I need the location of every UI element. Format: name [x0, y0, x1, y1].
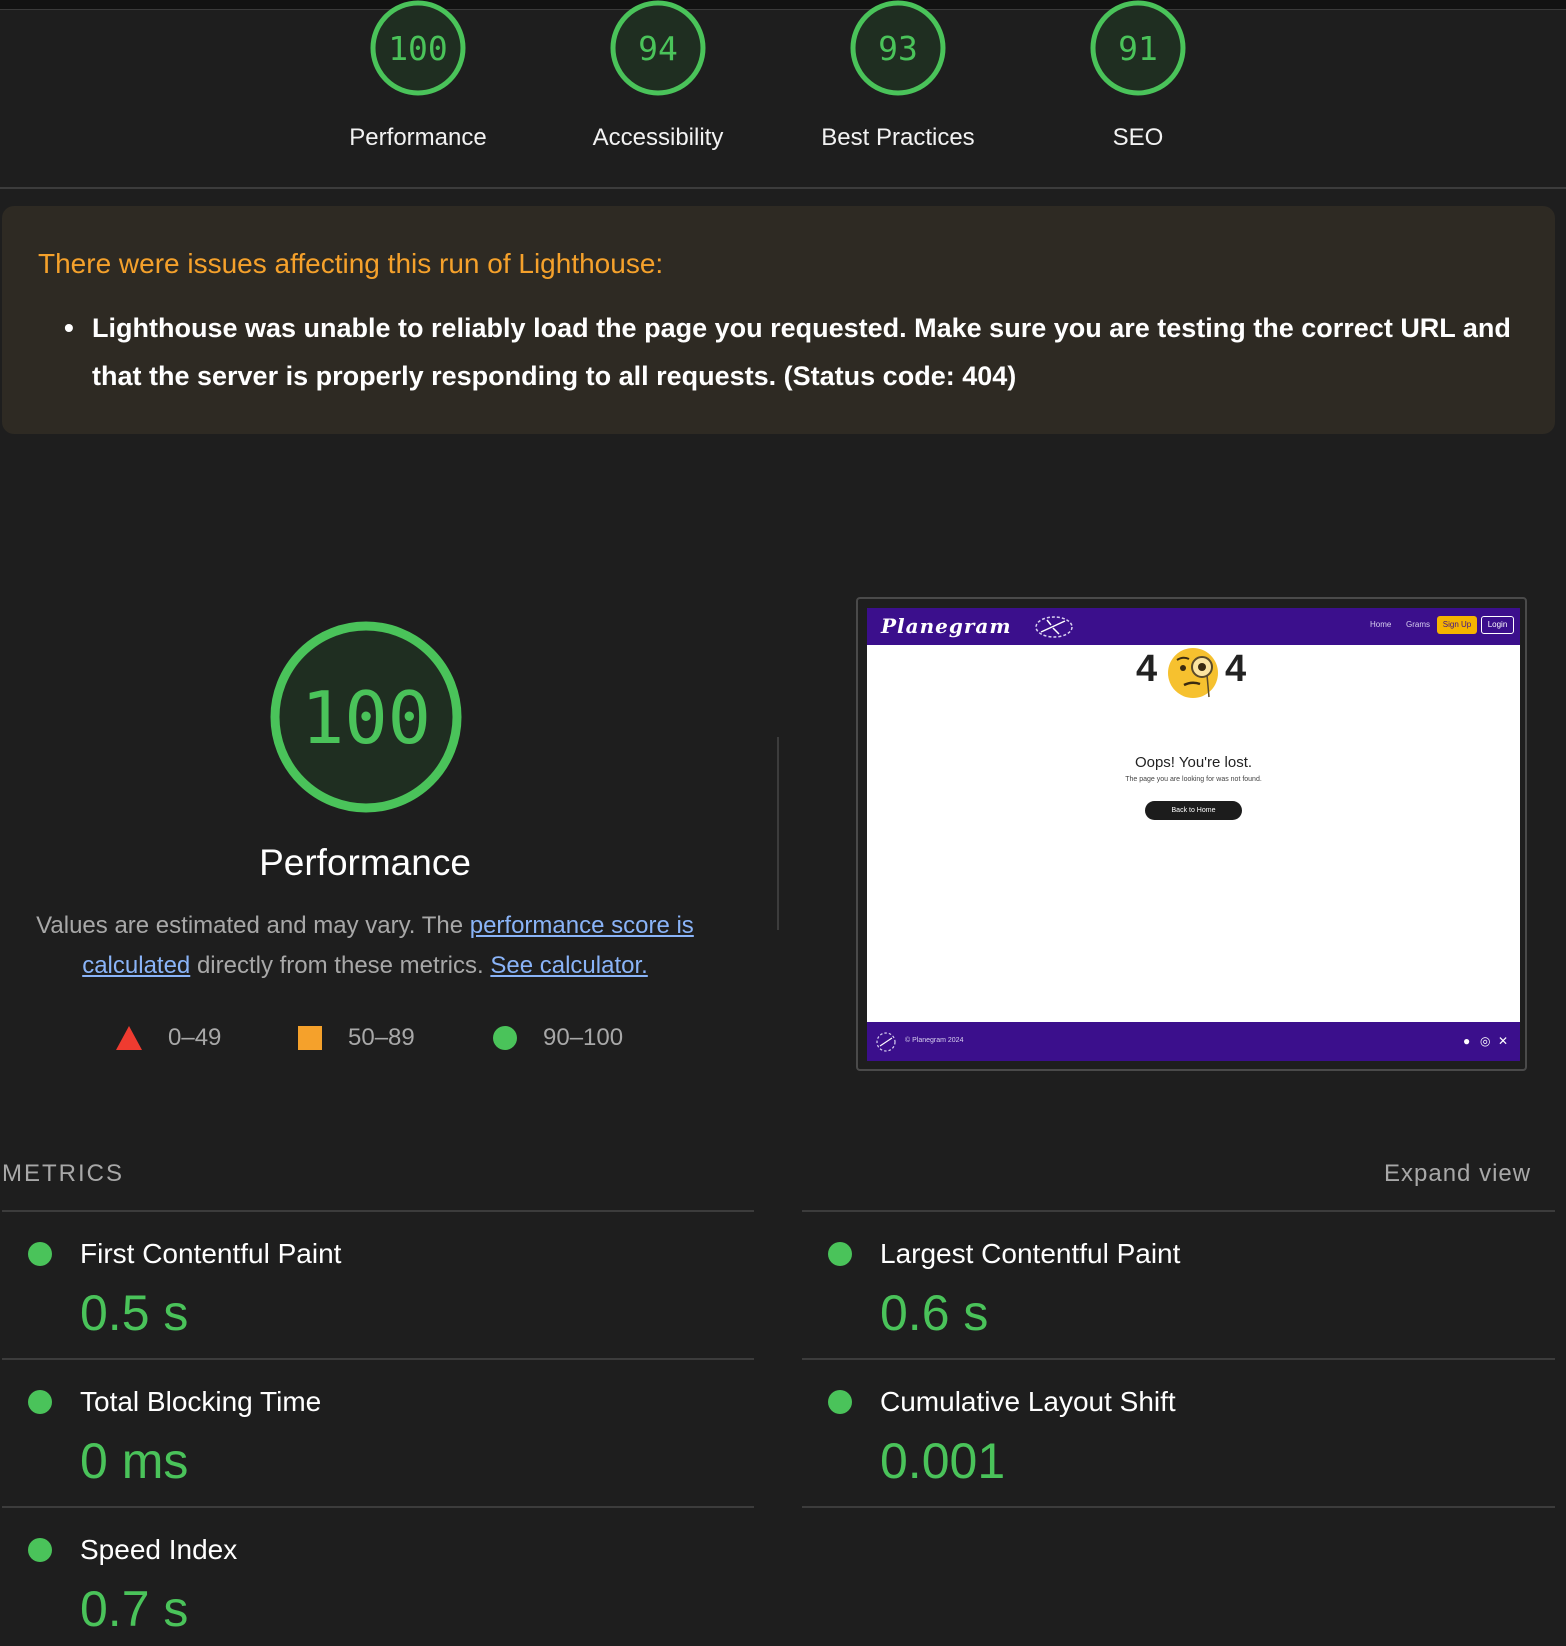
vertical-divider [777, 737, 779, 930]
warning-list: Lighthouse was unable to reliably load t… [64, 304, 1519, 400]
gauge-label: Performance [349, 124, 487, 151]
gauge-ring-icon: 93 [850, 0, 946, 96]
screenshot-nav-grams: Grams [1406, 620, 1430, 629]
warning-title: There were issues affecting this run of … [38, 248, 664, 279]
metric-value: 0.7 s [80, 1581, 189, 1637]
gauge-label: Best Practices [821, 124, 975, 151]
screenshot-nav-home: Home [1370, 620, 1392, 629]
metric-name: Total Blocking Time [80, 1386, 322, 1417]
pass-circle-icon [28, 1390, 52, 1414]
legend-range: 90–100 [543, 1024, 624, 1051]
plane-logo-icon [1035, 616, 1073, 638]
metric-value: 0.001 [880, 1433, 1006, 1489]
gauge-best-practices[interactable]: 93 Best Practices [778, 0, 1018, 152]
x-icon: ✕ [1498, 1034, 1509, 1048]
metric-name: Cumulative Layout Shift [880, 1386, 1176, 1417]
screenshot-subtext: The page you are looking for was not fou… [1125, 776, 1262, 783]
gauge-seo[interactable]: 91 SEO [1018, 0, 1258, 152]
pass-circle-icon [28, 1242, 52, 1266]
gauge-performance[interactable]: 100 Performance [298, 0, 538, 152]
instagram-icon: ◎ [1480, 1034, 1491, 1048]
gauge-label: SEO [1112, 124, 1164, 151]
gauge-ring-icon: 91 [1090, 0, 1186, 96]
screenshot-heading: Oops! You're lost. [1134, 754, 1253, 771]
legend-pass: 90–100 [493, 1024, 623, 1052]
category-gauges: 100 Performance 94 Accessibility 93 Best… [0, 0, 1566, 189]
metric-speed-index: Speed Index 0.7 s [0, 1508, 720, 1646]
triangle-icon [116, 1026, 142, 1050]
square-icon [298, 1026, 322, 1050]
runtime-warning-box: There were issues affecting this run of … [2, 206, 1555, 434]
metric-value: 0 ms [80, 1433, 189, 1489]
metric-name: Speed Index [80, 1534, 238, 1565]
pass-circle-icon [828, 1242, 852, 1266]
metric-name: First Contentful Paint [80, 1238, 342, 1269]
metric-value: 0.5 s [80, 1285, 189, 1341]
gauge-ring-icon: 100 [370, 0, 466, 96]
legend-range: 0–49 [168, 1024, 222, 1051]
expand-view-toggle[interactable]: Expand view [1384, 1160, 1531, 1188]
metric-tbt: Total Blocking Time 0 ms [0, 1360, 720, 1500]
metric-divider [802, 1506, 1555, 1508]
screenshot-logo: Planegram [881, 614, 1012, 638]
performance-title: Performance [259, 842, 471, 883]
performance-big-score: 100 [301, 676, 431, 760]
gauge-score: 93 [878, 29, 918, 68]
screenshot-back-button: Back to Home [1145, 801, 1242, 820]
gauge-score: 94 [638, 29, 678, 68]
performance-big-gauge: 100 [270, 621, 462, 813]
metric-name: Largest Contentful Paint [880, 1238, 1181, 1269]
facebook-icon: ● [1463, 1034, 1471, 1048]
screenshot-footer: © Planegram 2024 ● ◎ ✕ [867, 1022, 1520, 1061]
metric-cls: Cumulative Layout Shift 0.001 [800, 1360, 1520, 1500]
desc-text: Values are estimated and may vary. The [36, 912, 470, 939]
gauge-ring-icon: 94 [610, 0, 706, 96]
score-legend: 0–49 50–89 90–100 [0, 1024, 780, 1056]
metric-fcp: First Contentful Paint 0.5 s [0, 1212, 720, 1352]
gauge-label: Accessibility [592, 124, 724, 151]
performance-description: Values are estimated and may vary. The p… [20, 906, 710, 986]
legend-average: 50–89 [298, 1024, 415, 1052]
pass-circle-icon [828, 1390, 852, 1414]
gauge-score: 100 [388, 29, 448, 68]
screenshot-signup: Sign Up [1437, 616, 1477, 634]
legend-fail: 0–49 [116, 1024, 221, 1052]
circle-icon [493, 1026, 517, 1050]
footer-logo-icon [876, 1032, 896, 1052]
screenshot-four-right: 4 [1225, 648, 1247, 690]
screenshot-four-left: 4 [1136, 648, 1158, 690]
screenshot-copyright: © Planegram 2024 [905, 1037, 964, 1044]
legend-range: 50–89 [348, 1024, 415, 1051]
pass-circle-icon [28, 1538, 52, 1562]
final-screenshot[interactable]: Planegram Home Grams Sign Up Login 4 4 O… [856, 597, 1527, 1071]
see-calculator-link[interactable]: See calculator. [490, 952, 647, 979]
warning-item: Lighthouse was unable to reliably load t… [64, 304, 1519, 400]
desc-text: directly from these metrics. [190, 952, 491, 979]
gauge-score: 91 [1118, 29, 1158, 68]
screenshot-navbar: Planegram Home Grams Sign Up Login [867, 608, 1520, 645]
metric-value: 0.6 s [880, 1285, 989, 1341]
metric-lcp: Largest Contentful Paint 0.6 s [800, 1212, 1520, 1352]
screenshot-login: Login [1481, 616, 1514, 634]
gauge-accessibility[interactable]: 94 Accessibility [538, 0, 778, 152]
monocle-face-icon [1168, 648, 1218, 698]
metrics-header: METRICS [2, 1160, 124, 1187]
screenshot-page: Planegram Home Grams Sign Up Login 4 4 O… [867, 608, 1520, 1061]
